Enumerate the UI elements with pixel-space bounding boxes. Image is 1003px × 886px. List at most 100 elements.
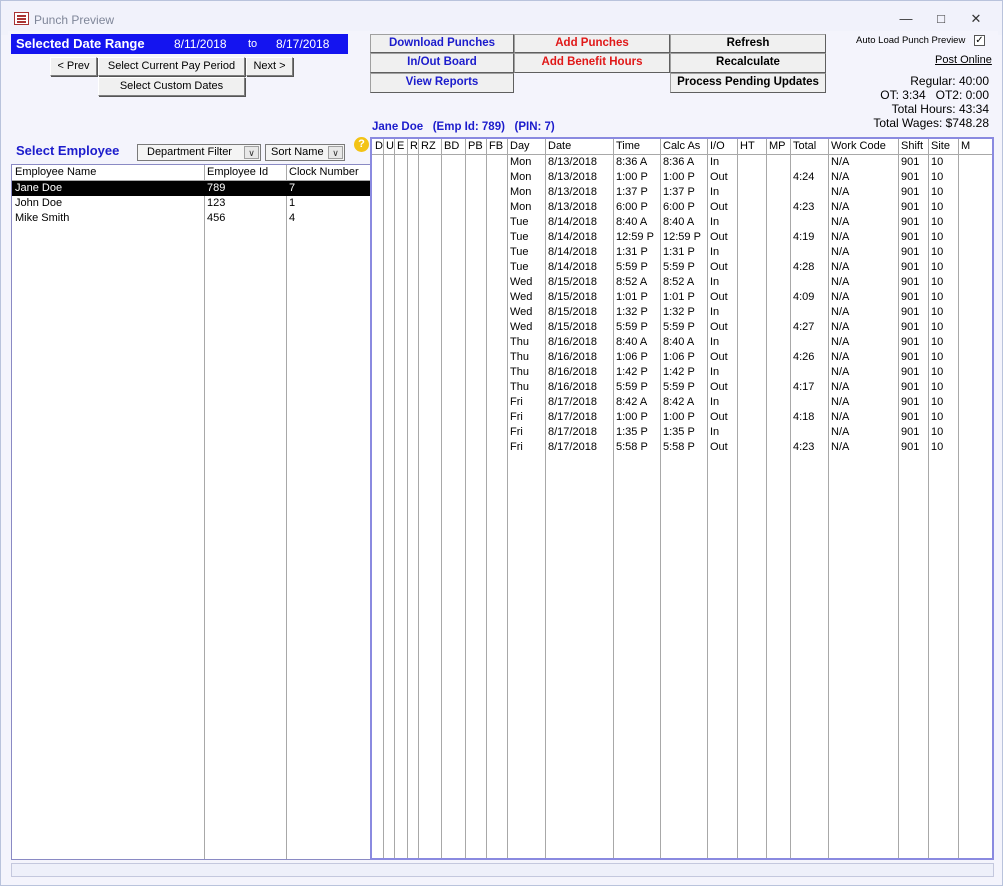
- column-header[interactable]: Total: [793, 140, 816, 152]
- column-header[interactable]: Time: [616, 140, 640, 152]
- clock-number: 7: [289, 182, 296, 194]
- column-header[interactable]: Date: [548, 140, 571, 152]
- table-row[interactable]: Thu 8/16/2018 1:06 P 1:06 P Out 4:26 N/A 901 10: [372, 350, 992, 365]
- table-row[interactable]: Fri 8/17/2018 1:00 P 1:00 P Out 4:18 N/A 901 10: [372, 410, 992, 425]
- punch-time: 1:42 P: [616, 366, 648, 378]
- table-row[interactable]: Tue 8/14/2018 5:59 P 5:59 P Out 4:28 N/A 901 10: [372, 260, 992, 275]
- close-icon[interactable]: ✕: [961, 9, 991, 29]
- add-benefit-hours-button[interactable]: Add Benefit Hours: [514, 53, 670, 73]
- punch-time: 1:31 P: [616, 246, 648, 258]
- chevron-down-icon[interactable]: ∨: [244, 146, 259, 159]
- table-row[interactable]: Mon 8/13/2018 8:36 A 8:36 A In N/A 901 10: [372, 155, 992, 170]
- table-row[interactable]: Wed 8/15/2018 1:01 P 1:01 P Out 4:09 N/A 901 10: [372, 290, 992, 305]
- column-header[interactable]: Day: [510, 140, 530, 152]
- table-row[interactable]: Thu 8/16/2018 1:42 P 1:42 P In N/A 901 10: [372, 365, 992, 380]
- punch-date: 8/13/2018: [548, 201, 597, 213]
- table-row[interactable]: Fri 8/17/2018 5:58 P 5:58 P Out 4:23 N/A 901 10: [372, 440, 992, 455]
- process-pending-updates-button[interactable]: Process Pending Updates: [670, 73, 826, 93]
- post-online-link[interactable]: Post Online: [935, 54, 992, 66]
- table-row[interactable]: Thu 8/16/2018 8:40 A 8:40 A In N/A 901 10: [372, 335, 992, 350]
- department-filter-value: Department Filter: [147, 146, 232, 158]
- punch-site: 10: [931, 426, 944, 438]
- column-header[interactable]: M: [961, 140, 970, 152]
- table-row[interactable]: Tue 8/14/2018 1:31 P 1:31 P In N/A 901 10: [372, 245, 992, 260]
- date-range-label: Selected Date Range: [16, 36, 145, 51]
- table-row[interactable]: Fri 8/17/2018 1:35 P 1:35 P In N/A 901 10: [372, 425, 992, 440]
- current-pay-period-button[interactable]: Select Current Pay Period: [98, 57, 245, 76]
- column-header[interactable]: FB: [489, 140, 503, 152]
- view-reports-button[interactable]: View Reports: [370, 73, 514, 93]
- punch-time: 1:00 P: [616, 411, 648, 423]
- punch-calc: 1:32 P: [663, 306, 695, 318]
- table-row[interactable]: Wed 8/15/2018 1:32 P 1:32 P In N/A 901 10: [372, 305, 992, 320]
- punch-table[interactable]: D U E R RZ BD PB FB Day Date Time Calc As I/O HT MP Tot…: [370, 137, 994, 860]
- punch-time: 1:00 P: [616, 171, 648, 183]
- column-header[interactable]: D: [375, 140, 383, 152]
- column-header[interactable]: RZ: [421, 140, 436, 152]
- column-header[interactable]: U: [386, 140, 394, 152]
- chevron-down-icon[interactable]: ∨: [328, 146, 343, 159]
- punch-total: 4:23: [793, 201, 815, 213]
- table-row[interactable]: Mon 8/13/2018 1:37 P 1:37 P In N/A 901 10: [372, 185, 992, 200]
- table-row[interactable]: Thu 8/16/2018 5:59 P 5:59 P Out 4:17 N/A 901 10: [372, 380, 992, 395]
- column-header[interactable]: MP: [769, 140, 786, 152]
- table-row[interactable]: Wed 8/15/2018 5:59 P 5:59 P Out 4:27 N/A 901 10: [372, 320, 992, 335]
- column-header[interactable]: HT: [740, 140, 755, 152]
- column-header[interactable]: Work Code: [831, 140, 886, 152]
- recalculate-button[interactable]: Recalculate: [670, 53, 826, 73]
- date-range-start[interactable]: 8/11/2018: [174, 37, 227, 51]
- column-header[interactable]: I/O: [710, 140, 725, 152]
- table-row[interactable]: Mon 8/13/2018 1:00 P 1:00 P Out 4:24 N/A 901 10: [372, 170, 992, 185]
- column-header[interactable]: Calc As: [663, 140, 700, 152]
- punch-site: 10: [931, 381, 944, 393]
- download-punches-button[interactable]: Download Punches: [370, 34, 514, 53]
- punch-shift: 901: [901, 171, 920, 183]
- column-header[interactable]: BD: [444, 140, 459, 152]
- column-header[interactable]: PB: [468, 140, 483, 152]
- column-header[interactable]: Shift: [901, 140, 923, 152]
- table-row[interactable]: Mon 8/13/2018 6:00 P 6:00 P Out 4:23 N/A 901 10: [372, 200, 992, 215]
- column-header[interactable]: Site: [931, 140, 950, 152]
- column-header-employee-name[interactable]: Employee Name: [15, 166, 96, 178]
- punch-total: 4:09: [793, 291, 815, 303]
- next-period-button[interactable]: Next >: [246, 57, 293, 76]
- table-row[interactable]: Tue 8/14/2018 12:59 P 12:59 P Out 4:19 N/A 901 1…: [372, 230, 992, 245]
- add-punches-button[interactable]: Add Punches: [514, 34, 670, 53]
- punch-shift: 901: [901, 291, 920, 303]
- auto-load-checkbox[interactable]: ✓: [974, 35, 985, 46]
- question-icon[interactable]: ?: [354, 137, 369, 152]
- punch-io: In: [710, 276, 720, 288]
- sort-dropdown[interactable]: Sort Name ∨: [265, 144, 345, 161]
- inout-board-button[interactable]: In/Out Board: [370, 53, 514, 73]
- employee-id: 456: [207, 212, 226, 224]
- punch-code: N/A: [831, 306, 850, 318]
- punch-calc: 1:06 P: [663, 351, 695, 363]
- column-header[interactable]: R: [410, 140, 418, 152]
- punch-date: 8/14/2018: [548, 246, 597, 258]
- table-row[interactable]: Tue 8/14/2018 8:40 A 8:40 A In N/A 901 10: [372, 215, 992, 230]
- punch-shift: 901: [901, 441, 920, 453]
- department-filter-dropdown[interactable]: Department Filter ∨: [137, 144, 261, 161]
- minimize-icon[interactable]: —: [891, 9, 921, 29]
- clock-number: 4: [289, 212, 296, 224]
- list-item[interactable]: Mike Smith 456 4: [12, 211, 370, 226]
- employee-list[interactable]: Employee Name Employee Id Clock Number J…: [11, 164, 371, 860]
- column-header[interactable]: E: [397, 140, 404, 152]
- date-range-end[interactable]: 8/17/2018: [276, 37, 329, 51]
- date-range-bar: Selected Date Range 8/11/2018 to 8/17/20…: [11, 34, 348, 54]
- column-header-employee-id[interactable]: Employee Id: [207, 166, 268, 178]
- column-header-clock-number[interactable]: Clock Number: [289, 166, 359, 178]
- list-item[interactable]: John Doe 123 1: [12, 196, 370, 211]
- punch-io: Out: [710, 231, 728, 243]
- punch-shift: 901: [901, 366, 920, 378]
- custom-dates-button[interactable]: Select Custom Dates: [98, 77, 245, 96]
- refresh-button[interactable]: Refresh: [670, 34, 826, 53]
- prev-period-button[interactable]: < Prev: [50, 57, 97, 76]
- table-row[interactable]: Fri 8/17/2018 8:42 A 8:42 A In N/A 901 10: [372, 395, 992, 410]
- punch-io: In: [710, 396, 720, 408]
- table-row[interactable]: Wed 8/15/2018 8:52 A 8:52 A In N/A 901 10: [372, 275, 992, 290]
- punch-site: 10: [931, 261, 944, 273]
- employee-id: 123: [207, 197, 226, 209]
- list-item[interactable]: Jane Doe 789 7: [12, 181, 370, 196]
- maximize-icon[interactable]: □: [926, 9, 956, 29]
